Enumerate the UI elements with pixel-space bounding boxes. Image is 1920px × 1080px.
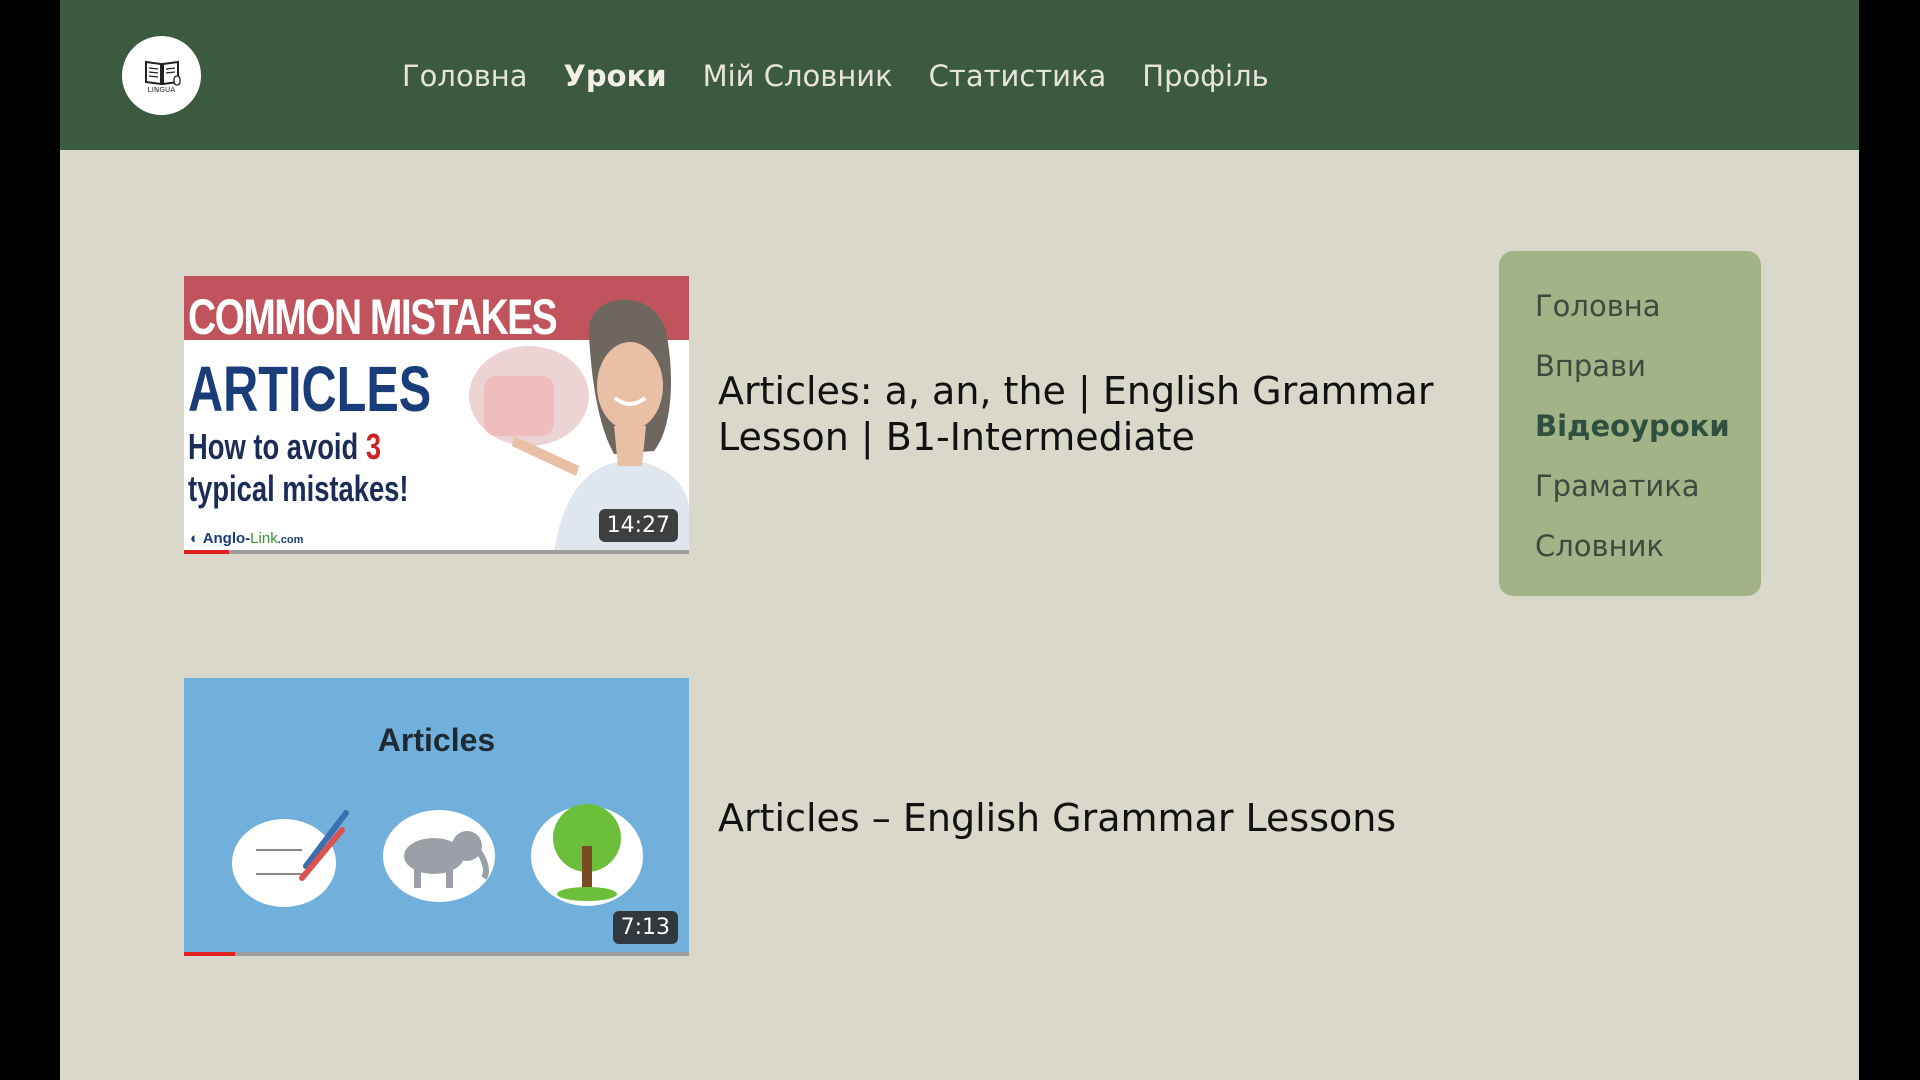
sidebar-item-exercises[interactable]: Вправи	[1535, 349, 1646, 383]
sidebar-item-video-lessons[interactable]: Відеоуроки	[1535, 409, 1730, 443]
sidebar-item-grammar[interactable]: Граматика	[1535, 469, 1700, 503]
lessons-sidebar: Головна Вправи Відеоуроки Граматика Слов…	[1499, 251, 1761, 596]
open-book-icon	[142, 58, 182, 88]
watch-progress-bar	[184, 550, 689, 554]
video-thumbnail[interactable]: COMMON MISTAKES ARTICLES How to avoid 3t…	[184, 276, 689, 554]
thumbnail-subline-end: typical mistakes!	[188, 468, 409, 509]
nav-item-home[interactable]: Головна	[402, 52, 528, 100]
thumbnail-headline: ARTICLES	[188, 353, 432, 425]
nav-item-statistics[interactable]: Статистика	[929, 52, 1107, 100]
sidebar-item-home[interactable]: Головна	[1535, 289, 1661, 323]
nav-item-my-dictionary[interactable]: Мій Словник	[703, 52, 893, 100]
brand-accent: Link	[250, 530, 278, 547]
main-nav: Головна Уроки Мій Словник Статистика Про…	[402, 52, 1305, 100]
page: LINGUA Головна Уроки Мій Словник Статист…	[60, 0, 1859, 1080]
video-title[interactable]: Articles – English Grammar Lessons	[718, 795, 1548, 841]
thumbnail-banner-text: COMMON MISTAKES	[188, 289, 558, 345]
brand-suffix: .com	[277, 534, 304, 546]
video-thumbnail[interactable]: Articles 7:13	[184, 678, 689, 956]
thumbnail-subline-number: 3	[365, 426, 382, 467]
watch-progress-fill	[184, 550, 230, 554]
video-title[interactable]: Articles: a, an, the | English Grammar L…	[718, 368, 1548, 460]
brand-main: Anglo-	[202, 530, 251, 547]
nav-item-lessons[interactable]: Уроки	[564, 52, 667, 100]
nav-item-profile[interactable]: Профіль	[1142, 52, 1268, 100]
logo[interactable]: LINGUA	[122, 36, 201, 115]
logo-text: LINGUA	[147, 85, 176, 94]
top-navigation-bar: LINGUA Головна Уроки Мій Словник Статист…	[60, 0, 1859, 150]
sidebar-item-dictionary[interactable]: Словник	[1535, 529, 1664, 563]
watch-progress-bar	[184, 952, 689, 956]
watch-progress-fill	[184, 952, 235, 956]
thumbnail-subline-start: How to avoid	[188, 426, 366, 467]
brand-logo-icon: ◐	[190, 530, 200, 547]
duration-badge: 7:13	[612, 911, 678, 944]
thumbnail-brand: ◐ Anglo-Link.com	[190, 530, 303, 547]
duration-badge: 14:27	[598, 509, 678, 542]
thumbnail-subline: How to avoid 3 typical mistakes!	[188, 426, 409, 510]
